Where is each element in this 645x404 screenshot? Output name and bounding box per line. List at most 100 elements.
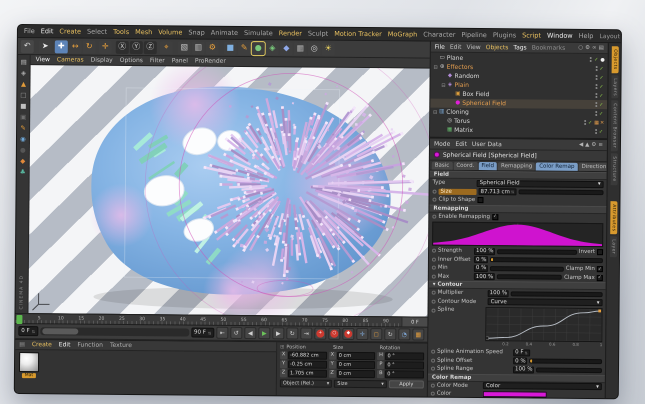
clamp-max-checkbox[interactable]: ✓ [597,275,603,281]
invert-checkbox[interactable] [597,249,603,255]
animation-dot[interactable] [431,383,435,387]
tweak-mode-icon[interactable]: ◉ [17,134,28,144]
enable-check-icon[interactable]: ✓ [594,57,598,63]
gear-icon[interactable]: ⚙ [585,45,590,51]
om-menu-item[interactable]: Bookmarks [532,44,566,51]
viewport-canvas[interactable] [28,65,429,316]
menu-item[interactable]: Create [59,27,81,35]
material-menu-item[interactable]: Edit [59,341,71,348]
live-selection-icon[interactable]: ➤ [39,40,52,53]
keyframe-parameter-toggle[interactable]: ◔ [398,328,410,340]
side-tab[interactable]: Layers [611,75,618,99]
attr-menu-item[interactable]: Mode [434,140,450,147]
play-preview-button[interactable]: ↺ [230,327,242,339]
visibility-dots[interactable] [595,111,597,116]
move-tool-icon[interactable]: ✚ [55,40,68,53]
floor-environment-icon[interactable]: ▦ [294,42,307,55]
object-label[interactable]: Box Field [462,91,489,98]
viewport-menu-item[interactable]: View [36,56,50,63]
enable-check-icon[interactable]: ✓ [599,84,603,90]
om-menu-item[interactable]: View [466,43,480,50]
snap-settings-icon[interactable]: ♣ [17,167,28,177]
viewport-menu-item[interactable]: Options [120,57,143,64]
menu-item[interactable]: Select [87,28,107,36]
menu-item[interactable]: Character [423,31,455,39]
animation-dot[interactable] [431,358,435,362]
menu-item[interactable]: Mesh [135,28,152,36]
keyframe-pla-toggle[interactable]: ▦ [412,328,424,340]
filter-icon[interactable]: ∞ [592,45,597,51]
light-icon[interactable]: ☀ [322,42,335,55]
pen-spline-icon[interactable]: ✎ [238,41,251,54]
enable-check-icon[interactable]: ✓ [599,111,603,117]
z-axis-lock-icon[interactable]: Ⓩ [144,41,157,54]
keyframe-position-toggle[interactable]: ✛ [356,328,368,340]
attr-tab[interactable]: Remapping [498,162,535,170]
menu-item[interactable]: Pipeline [461,31,487,39]
multiplier-field[interactable]: 100 % [488,290,510,297]
side-tab[interactable]: Attributes [610,201,617,234]
attr-tab[interactable]: Coord. [453,162,477,170]
rotation-field[interactable]: 0 ° [385,361,424,369]
scale-tool-icon[interactable]: ↔ [69,40,82,53]
menu-item[interactable]: MoGraph [388,30,418,38]
animation-dot[interactable] [431,350,435,354]
make-editable-icon[interactable]: ▤ [18,57,29,67]
last-tool-icon[interactable]: ✛ [99,40,112,53]
clip-checkbox[interactable] [477,197,483,203]
enable-check-icon[interactable]: ✓ [599,66,603,72]
points-mode-icon[interactable]: ■ [18,101,29,111]
animation-dot[interactable] [433,189,437,193]
attr-tab[interactable]: Color Remap [536,163,577,171]
rotate-tool-icon[interactable]: ↻ [83,40,96,53]
animation-dot[interactable] [432,249,436,253]
polygons-mode-icon[interactable]: ✎ [18,123,29,133]
size-value-field[interactable]: 87.713 cm⇅ [479,188,517,195]
visibility-dots[interactable] [584,120,586,125]
falloff-graph[interactable] [432,222,603,247]
menu-item[interactable]: Edit [41,27,54,35]
menu-item[interactable]: Window [547,32,573,40]
visibility-dots[interactable] [595,75,597,80]
material-item[interactable]: Mat [19,352,39,391]
menu-item[interactable]: Motion Tracker [334,30,382,38]
coordinate-system-icon[interactable]: ⌖ [160,41,173,54]
record-keyframe-button[interactable]: + [314,328,326,340]
menu-icon[interactable]: ≡ [598,142,603,148]
keyframe-rotation-toggle[interactable]: ↻ [384,328,396,340]
animation-dot[interactable] [432,299,436,303]
render-view-icon[interactable]: ▧ [178,41,191,54]
animation-dot[interactable] [431,309,435,313]
rotation-field[interactable]: 0 ° [385,370,424,378]
visibility-dots[interactable] [595,66,597,71]
size-slider[interactable] [518,190,603,196]
viewport-menu-item[interactable]: Filter [150,57,165,64]
previous-frame-button[interactable]: ◀ [244,327,256,339]
object-label[interactable]: Torus [454,118,470,125]
side-tab[interactable]: Content Browser [610,101,617,152]
menu-item[interactable]: Simulate [244,29,273,37]
axis-mode-icon[interactable]: ● [17,145,28,155]
min-field[interactable]: 0 % [474,265,489,272]
viewport-menu-item[interactable]: Display [91,57,113,64]
menu-item[interactable]: Volume [158,28,182,36]
deformers-icon[interactable]: ◆ [280,42,293,55]
object-label[interactable]: Matrix [454,127,473,134]
menu-item[interactable]: File [24,27,35,35]
side-tab[interactable]: Objects [611,46,618,73]
object-tree-row[interactable]: ▦ Matrix ✓ [430,126,607,137]
size-field[interactable]: 0 cm [337,361,376,369]
spline-range-slider[interactable] [536,367,602,373]
keyframe-selection-button[interactable]: ◆ [342,328,354,340]
keyframe-scale-toggle[interactable]: ◻ [370,328,382,340]
color-swatch[interactable] [483,391,547,398]
play-button[interactable]: ▶ [258,327,270,339]
viewport-menu-item[interactable]: ProRender [195,58,226,65]
menu-item[interactable]: Tools [113,28,129,36]
attr-tab[interactable]: Basic [432,162,453,170]
om-menu-item[interactable]: Edit [450,43,462,50]
inner-offset-field[interactable]: 0 % [474,256,489,263]
spline-range-field[interactable]: 100 % [513,366,535,373]
camera-icon[interactable]: ◎ [308,42,321,55]
object-tags[interactable]: ▦✕ [594,120,605,126]
